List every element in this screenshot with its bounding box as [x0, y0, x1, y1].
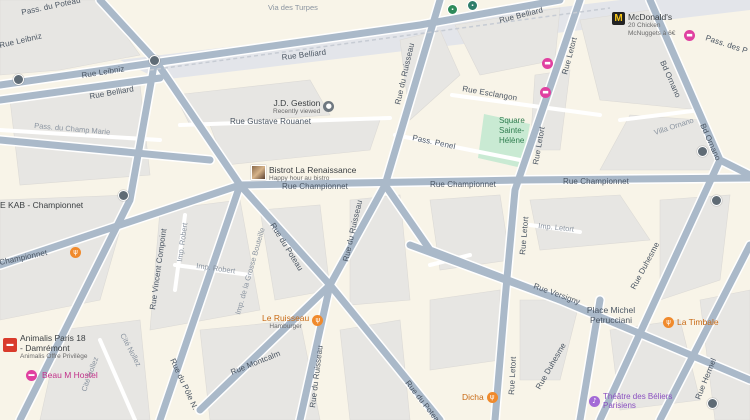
mcdonalds-logo-icon: M [612, 12, 625, 25]
train-icon[interactable]: ▪ [447, 4, 458, 15]
poi-name: E KAB - Championnet [0, 200, 84, 210]
poi-mcdonalds[interactable]: M McDonald's 20 Chicken McNuggets à 6€ [612, 12, 690, 37]
poi-place-michel-petrucciani[interactable]: Place Michel Petrucciani [580, 305, 642, 325]
location-pin-icon: ● [323, 101, 335, 112]
poi-name: Place Michel Petrucciani [586, 305, 636, 325]
poi-name: Square Sainte-Hélène [499, 116, 525, 145]
bed-icon[interactable]: ▬ [540, 87, 551, 98]
street-label: Rue Championnet [282, 182, 349, 191]
street-label: Rue Gustave Rouanet [230, 117, 312, 126]
poi-name: McDonald's [628, 12, 673, 22]
poi-dicha[interactable]: Dicha ψ [462, 392, 498, 403]
poi-subtitle: Happy hour au bistro [269, 175, 330, 182]
fork-knife-icon: ψ [663, 317, 674, 328]
bus-stop-icon[interactable] [697, 146, 708, 157]
poi-name: Le Ruisseau [262, 313, 310, 323]
store-icon: ▬ [3, 338, 17, 352]
poi-subtitle: Recently viewed [273, 108, 321, 115]
map-base: Pass. du Poteau Via des Turpes Rue Belli… [0, 0, 750, 420]
restaurant-photo-icon [251, 165, 266, 180]
poi-subtitle: Animalis Offre Privilège [20, 353, 88, 360]
poi-kab-championnet[interactable]: E KAB - Championnet [0, 200, 83, 210]
poi-name: Dicha [462, 392, 484, 402]
poi-theatre-des-beliers[interactable]: ♪ Théâtre des Béliers Parisiens [589, 392, 673, 410]
street-label: Rue Championnet [563, 177, 630, 186]
poi-animalis[interactable]: ▬ Animalis Paris 18 - Damrémont Animalis… [3, 333, 90, 361]
bed-icon: ▬ [26, 370, 37, 381]
fork-knife-icon[interactable]: ψ [70, 247, 81, 258]
bus-stop-icon[interactable] [711, 195, 722, 206]
poi-name: La Timbale [677, 317, 719, 327]
fork-knife-icon: ψ [486, 392, 498, 403]
poi-subtitle: Hamburger [269, 323, 302, 330]
theatre-icon: ♪ [589, 396, 600, 407]
poi-name: Beau M Hostel [42, 370, 98, 380]
bus-stop-icon[interactable] [13, 74, 24, 85]
bus-stop-icon[interactable] [707, 398, 718, 409]
poi-square-sainte-helene[interactable]: Square Sainte-Hélène [499, 116, 549, 146]
fork-knife-icon: ψ [312, 315, 324, 326]
bed-icon[interactable]: ▬ [684, 30, 695, 41]
bus-stop-icon[interactable] [118, 190, 129, 201]
train-icon[interactable]: ▪ [467, 0, 478, 11]
poi-name: J.D. Gestion [273, 98, 321, 108]
map-canvas[interactable]: Pass. du Poteau Via des Turpes Rue Belli… [0, 0, 750, 420]
poi-name: Animalis Paris 18 - Damrémont [20, 333, 86, 353]
poi-subtitle: 20 Chicken McNuggets à 6€ [628, 22, 676, 37]
poi-bistrot-la-renaissance[interactable]: Bistrot La Renaissance Happy hour au bis… [251, 165, 356, 183]
poi-le-ruisseau[interactable]: Le Ruisseau Hamburger ψ [262, 313, 324, 331]
poi-la-timbale[interactable]: ψ La Timbale [663, 317, 719, 328]
street-label: Via des Turpes [268, 3, 318, 12]
poi-name: Théâtre des Béliers Parisiens [603, 392, 673, 410]
bus-stop-icon[interactable] [149, 55, 160, 66]
street-label: Rue Championnet [430, 180, 497, 189]
poi-jd-gestion[interactable]: J.D. Gestion Recently viewed ● [273, 98, 335, 116]
poi-beau-m-hostel[interactable]: ▬ Beau M Hostel [26, 370, 98, 381]
poi-name: Bistrot La Renaissance [269, 165, 357, 175]
bed-icon[interactable]: ▬ [542, 58, 553, 69]
